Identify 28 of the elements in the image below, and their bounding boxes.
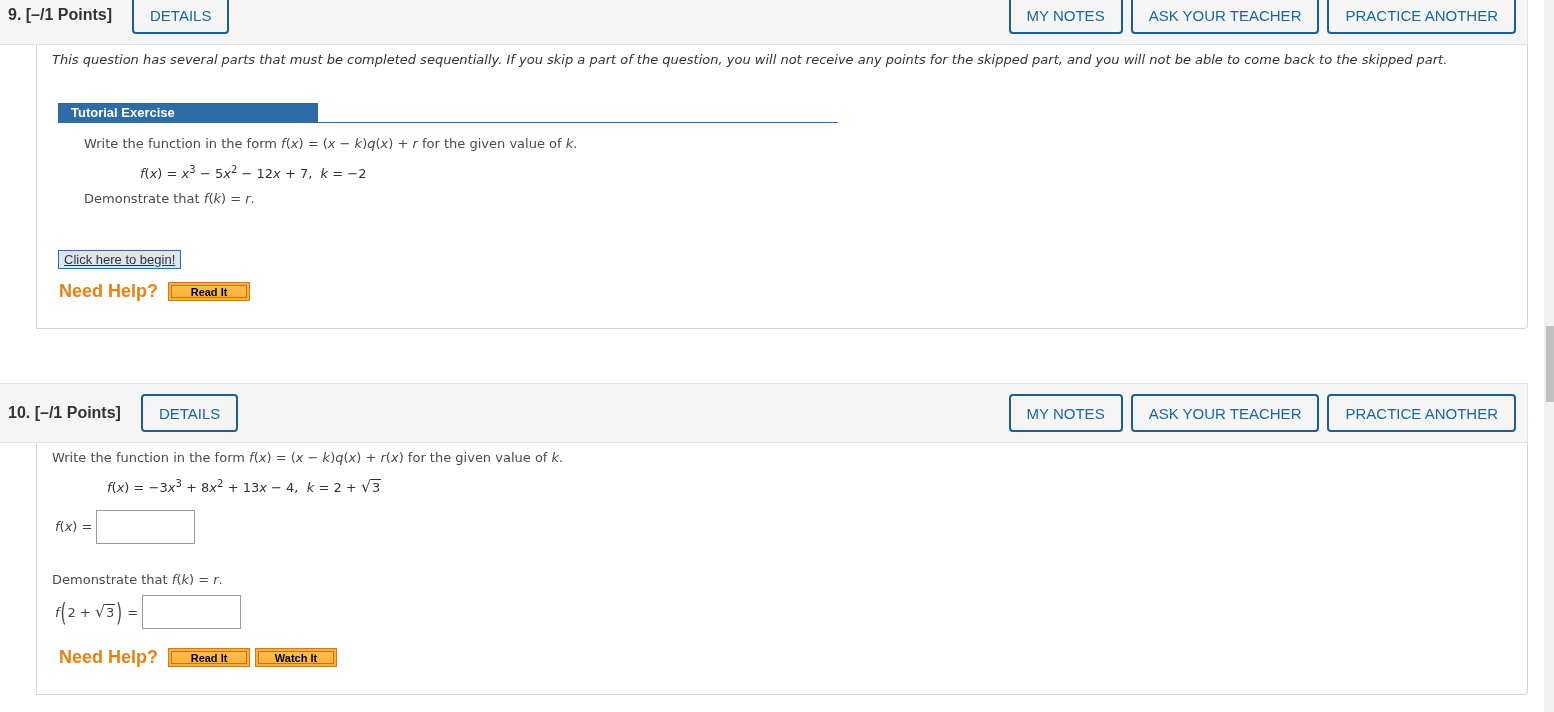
math-label: f(x) = [55,518,93,536]
action-button[interactable]: ASK YOUR TEACHER [1130,0,1320,34]
help-button[interactable]: Read It [168,282,251,301]
scrollbar-thumb[interactable] [1546,326,1554,402]
formula-text: f(x) = −3x$^{3}$ + 8x$^{2}$ + 13x − 4, k = 2 + √3 [107,478,382,497]
action-button[interactable]: PRACTICE ANOTHER [1327,394,1516,432]
formula-text: f(x) = x$^{3}$ − 5x$^{2}$ − 12x + 7, k = −2 [140,165,367,183]
prompt-text: Write the function in the form f(x) = (x − k)q(x) + r(x) for the given value of k. [52,450,564,465]
action-button[interactable]: PRACTICE ANOTHER [1327,0,1516,34]
help-button[interactable]: Read It [168,648,251,667]
prompt-text: Demonstrate that f(k) = r. [52,572,223,587]
answer-field[interactable] [142,595,242,629]
prompt-text: Write the function in the form f(x) = (x − k)q(x) + r for the given value of k. [84,136,578,151]
need-help-label: Need Help? [59,647,159,668]
need-help-label: Need Help? [59,281,159,302]
begin-button[interactable]: Click here to begin! [58,250,182,269]
question-points-label: 10. [–/1 Points] [8,404,121,422]
details-button[interactable]: DETAILS [140,394,239,432]
question-points-label: 9. [–/1 Points] [8,6,113,24]
tutorial-title: Tutorial Exercise [58,103,318,122]
instructions-text: This question has several parts that must be completed sequentially. If you skip a part of the question, you will not receive any points for the skipped part, and you will not be able to come back to the skipped part. [52,51,1449,69]
action-button[interactable]: ASK YOUR TEACHER [1130,394,1320,432]
details-button[interactable]: DETAILS [132,0,230,34]
answer-field[interactable] [96,510,196,544]
action-button[interactable]: MY NOTES [1008,0,1123,34]
action-button[interactable]: MY NOTES [1008,394,1123,432]
prompt-text: Demonstrate that f(k) = r. [84,191,255,206]
help-button[interactable]: Watch It [255,648,338,667]
